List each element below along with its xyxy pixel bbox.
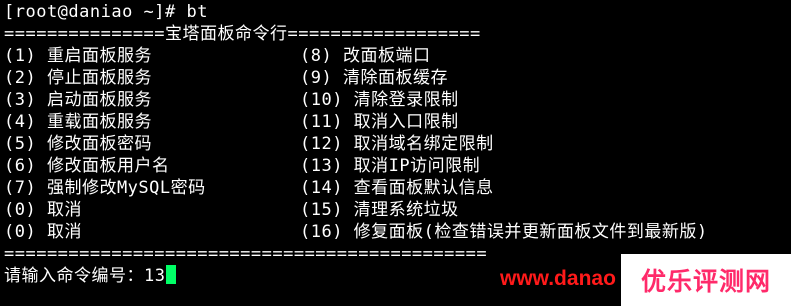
menu-item-change-port: (8) 改面板端口: [300, 46, 431, 66]
watermark-logo: 优乐评测网: [621, 254, 791, 306]
menu-item-change-username: (6) 修改面板用户名: [4, 156, 170, 176]
menu-item-clean-system: (15) 清理系统垃圾: [300, 200, 459, 220]
menu-item-repair-panel: (16) 修复面板(检查错误并更新面板文件到最新版): [300, 222, 708, 242]
menu-item-cancel-entry-limit: (11) 取消入口限制: [300, 112, 459, 132]
watermark-logo-text: 优乐评测网: [640, 267, 771, 296]
menu-item-restart: (1) 重启面板服务: [4, 46, 152, 66]
menu-footer-line: ========================================…: [4, 244, 488, 264]
command-input-value[interactable]: 13: [144, 266, 165, 286]
shell-prompt-line: [root@daniao ~]# bt: [4, 2, 208, 22]
menu-item-clear-cache: (9) 清除面板缓存: [300, 68, 448, 88]
text-cursor: [166, 265, 177, 284]
menu-item-cancel-ip-limit: (13) 取消IP访问限制: [300, 156, 481, 176]
command-input-line[interactable]: 请输入命令编号：13: [4, 265, 177, 287]
input-prompt-label: 请输入命令编号：: [4, 266, 144, 286]
menu-item-view-default-info: (14) 查看面板默认信息: [300, 178, 494, 198]
menu-item-cancel: (0) 取消: [4, 200, 82, 220]
menu-header-line: ===============宝塔面板命令行==================: [4, 24, 481, 44]
watermark-url: www.danao: [500, 267, 616, 290]
menu-item-cancel-duplicate: (0) 取消: [4, 222, 82, 242]
menu-item-clear-login-limit: (10) 清除登录限制: [300, 90, 459, 110]
menu-item-change-password: (5) 修改面板密码: [4, 134, 152, 154]
menu-item-start: (3) 启动面板服务: [4, 90, 152, 110]
menu-item-stop: (2) 停止面板服务: [4, 68, 152, 88]
menu-item-cancel-domain-binding: (12) 取消域名绑定限制: [300, 134, 494, 154]
menu-item-mysql-password: (7) 强制修改MySQL密码: [4, 178, 206, 198]
menu-item-reload: (4) 重载面板服务: [4, 112, 152, 132]
